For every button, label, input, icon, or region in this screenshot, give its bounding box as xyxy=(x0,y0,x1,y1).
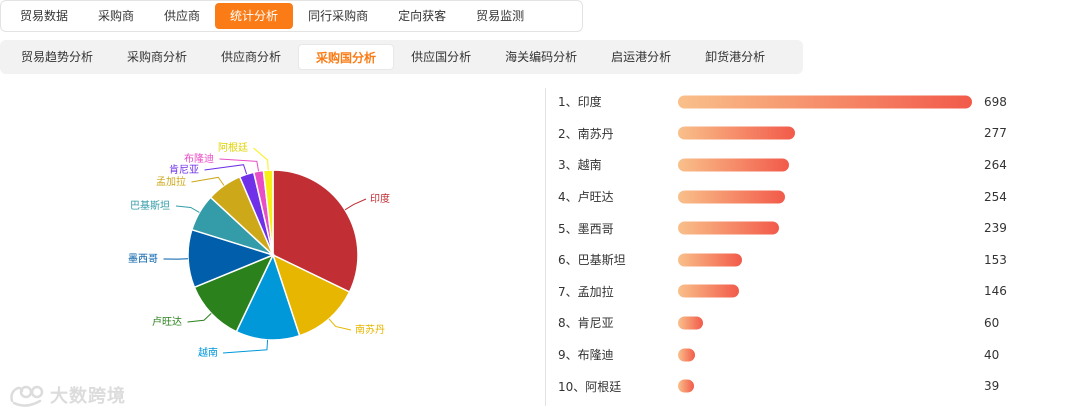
ranking-bar xyxy=(678,348,695,362)
ranking-bar-track xyxy=(678,126,972,140)
pie-leader-line-pakistan xyxy=(175,205,200,213)
ranking-name: 4、卢旺达 xyxy=(558,190,614,205)
ranking-bar xyxy=(678,158,790,172)
ranking-name: 2、南苏丹 xyxy=(558,126,614,141)
ranking-row: 9、布隆迪 40 xyxy=(558,339,1028,371)
ranking-bar xyxy=(678,95,972,109)
ranking-name: 8、肯尼亚 xyxy=(558,316,614,331)
ranking-name: 5、墨西哥 xyxy=(558,221,614,236)
ranking-row: 4、卢旺达 254 xyxy=(558,181,1028,213)
brand-logo-icon xyxy=(10,385,44,407)
ranking-value: 39 xyxy=(984,379,1000,394)
ranking-value: 264 xyxy=(984,157,1007,172)
ranking-bar xyxy=(678,126,795,140)
pie-label-south-sudan: 南苏丹 xyxy=(355,323,385,336)
ranking-bar-track xyxy=(678,158,972,172)
ranking-row: 1、印度 698 xyxy=(558,86,1028,118)
pie-leader-line-south-sudan xyxy=(328,318,352,331)
pie-label-argentina: 阿根廷 xyxy=(218,141,248,154)
ranking-bar-track xyxy=(678,348,972,362)
pie-label-vietnam: 越南 xyxy=(198,346,218,359)
pie-label-pakistan: 巴基斯坦 xyxy=(130,199,170,212)
top-tab-targeted-leads[interactable]: 定向获客 xyxy=(383,3,461,29)
pie-chart-svg: 印度南苏丹越南卢旺达墨西哥巴基斯坦孟加拉肯尼亚布隆迪阿根廷 xyxy=(128,141,390,359)
pie-label-burundi: 布隆迪 xyxy=(184,152,214,165)
ranking-bar-track xyxy=(678,379,972,393)
ranking-value: 698 xyxy=(984,94,1007,109)
pie-label-rwanda: 卢旺达 xyxy=(152,315,182,328)
ranking-value: 153 xyxy=(984,252,1007,267)
top-tab-trade-data[interactable]: 贸易数据 xyxy=(5,3,83,29)
sub-tab-origin-port-analysis[interactable]: 启运港分析 xyxy=(594,44,688,70)
ranking-row: 5、墨西哥 239 xyxy=(558,212,1028,244)
ranking-bar xyxy=(678,221,779,235)
pie-leader-line-argentina xyxy=(253,147,269,171)
sub-tab-destination-port-analysis[interactable]: 卸货港分析 xyxy=(688,44,782,70)
sub-tab-buyer-country-analysis[interactable]: 采购国分析 xyxy=(298,44,395,70)
ranking-bar-track xyxy=(678,284,972,298)
top-tab-peer-buyers[interactable]: 同行采购商 xyxy=(293,3,383,29)
ranking-name: 1、印度 xyxy=(558,95,602,110)
ranking-bar xyxy=(678,253,743,267)
ranking-bar xyxy=(678,284,740,298)
ranking-bar xyxy=(678,316,704,330)
ranking-bar xyxy=(678,379,695,393)
ranking-name: 9、布隆迪 xyxy=(558,348,614,363)
ranking-value: 60 xyxy=(984,315,1000,330)
ranking-row: 2、南苏丹 277 xyxy=(558,118,1028,150)
watermark: 大数跨境 xyxy=(8,382,126,408)
top-tab-statistics[interactable]: 统计分析 xyxy=(215,3,294,29)
ranking-value: 277 xyxy=(984,126,1007,141)
ranking-value: 239 xyxy=(984,221,1007,236)
pie-leader-line-bangladesh xyxy=(191,176,225,186)
pie-leader-line-kenya xyxy=(204,164,248,175)
pie-chart: 印度 南苏丹 越南 卢旺达 墨西哥 巴基斯坦 孟加拉 肯尼亚 布隆迪 阿根廷 xyxy=(100,120,400,380)
ranking-row: 7、孟加拉 146 xyxy=(558,276,1028,308)
pie-label-india: 印度 xyxy=(370,192,390,205)
ranking-bar-track xyxy=(678,190,972,204)
ranking-row: 10、阿根廷 39 xyxy=(558,370,1028,402)
pie-leader-line-vietnam xyxy=(222,339,269,354)
ranking-name: 6、巴基斯坦 xyxy=(558,253,626,268)
ranking-name: 10、阿根廷 xyxy=(558,379,622,394)
top-nav: 贸易数据 采购商 供应商 统计分析 同行采购商 定向获客 贸易监测 xyxy=(0,0,583,32)
sub-tab-buyer-analysis[interactable]: 采购商分析 xyxy=(110,44,204,70)
top-tab-suppliers[interactable]: 供应商 xyxy=(149,3,215,29)
ranking-name: 3、越南 xyxy=(558,158,602,173)
top-tab-trade-monitor[interactable]: 贸易监测 xyxy=(461,3,539,29)
panel-divider xyxy=(545,88,546,406)
ranking-value: 146 xyxy=(984,284,1007,299)
sub-tab-trade-trend[interactable]: 贸易趋势分析 xyxy=(4,44,110,70)
ranking-bar-track xyxy=(678,95,972,109)
ranking-row: 6、巴基斯坦 153 xyxy=(558,244,1028,276)
ranking-list: 1、印度 698 2、南苏丹 277 3、越南 264 4、卢旺达 254 5、… xyxy=(558,86,1028,402)
ranking-bar-track xyxy=(678,316,972,330)
pie-label-bangladesh: 孟加拉 xyxy=(156,175,186,188)
pie-label-mexico: 墨西哥 xyxy=(128,253,158,265)
ranking-row: 3、越南 264 xyxy=(558,149,1028,181)
watermark-text: 大数跨境 xyxy=(50,386,126,407)
ranking-row: 8、肯尼亚 60 xyxy=(558,307,1028,339)
ranking-value: 254 xyxy=(984,189,1007,204)
ranking-value: 40 xyxy=(984,347,1000,362)
ranking-bar xyxy=(678,190,785,204)
pie-leader-line-india xyxy=(344,198,367,211)
sub-tab-hs-code-analysis[interactable]: 海关编码分析 xyxy=(488,44,594,70)
top-tab-buyers[interactable]: 采购商 xyxy=(83,3,149,29)
pie-leader-line-rwanda xyxy=(187,313,212,323)
ranking-name: 7、孟加拉 xyxy=(558,284,614,299)
ranking-bar-track xyxy=(678,221,972,235)
sub-nav: 贸易趋势分析 采购商分析 供应商分析 采购国分析 供应国分析 海关编码分析 启运… xyxy=(0,40,803,74)
sub-tab-supplier-analysis[interactable]: 供应商分析 xyxy=(204,44,298,70)
ranking-bar-track xyxy=(678,253,972,267)
sub-tab-supplier-country-analysis[interactable]: 供应国分析 xyxy=(394,44,488,70)
